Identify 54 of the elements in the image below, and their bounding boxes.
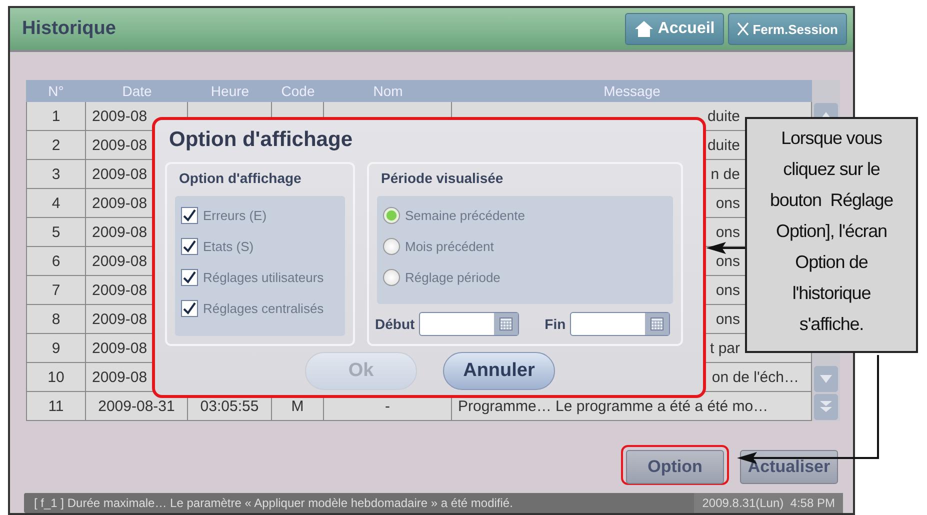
footer-button[interactable]: Option: [626, 450, 724, 484]
window-title: Historique: [22, 18, 116, 40]
table-cell: 4: [26, 189, 86, 218]
calendar-button[interactable]: [494, 313, 518, 335]
calendar-icon: [498, 317, 513, 331]
calendar-button[interactable]: [644, 313, 669, 335]
radio-button[interactable]: [383, 268, 400, 286]
footer-button[interactable]: Actualiser: [740, 450, 838, 484]
column-header: Heure: [188, 80, 272, 102]
checkbox-label: Réglages utilisateurs: [203, 270, 324, 284]
column-header: Date: [86, 80, 188, 102]
status-datetime: 2009.8.31(Lun) 4:58 PM: [694, 493, 843, 513]
checkmark-icon: [183, 302, 196, 314]
pointer-arrow: [706, 242, 745, 254]
home-icon: [634, 20, 654, 38]
calendar-icon: [650, 317, 664, 331]
checkmark-icon: [183, 208, 196, 222]
checkbox-label: Réglages centralisés: [203, 300, 324, 316]
checkbox[interactable]: [181, 238, 198, 254]
checkmark-icon: [183, 270, 196, 284]
radio-button[interactable]: [383, 238, 400, 254]
column-header: Nom: [324, 80, 452, 102]
table-cell: 10: [26, 363, 86, 392]
checkbox[interactable]: [181, 206, 198, 224]
table-cell: 3: [26, 160, 86, 189]
table-cell: 11: [26, 392, 86, 421]
home-button[interactable]: Accueil: [624, 13, 724, 45]
table-cell: 6: [26, 247, 86, 276]
callout-tooltip: Lorsque vous cliquez sur le bouton Réglage Option], l'écran Option de l'historique s'affiche.: [745, 117, 918, 353]
checkbox-label: Etats (S): [203, 238, 254, 254]
dialog-button[interactable]: Annuler: [443, 352, 555, 390]
logout-button[interactable]: Ferm.Session: [728, 13, 847, 45]
radio-button[interactable]: [383, 206, 400, 224]
column-header: N°: [26, 80, 86, 102]
date-field[interactable]: [570, 312, 670, 336]
checkbox[interactable]: [181, 268, 198, 286]
table-cell: 1: [26, 102, 86, 131]
status-message: [ f_1 ] Durée maximale… Le paramètre « Appliquer modèle hebdomadaire » a été modifié.: [33, 496, 513, 510]
checkmark-icon: [183, 240, 196, 252]
double-down-arrow-icon: [818, 400, 834, 414]
table-cell: 5: [26, 218, 86, 247]
checkbox-label: Erreurs (E): [203, 208, 267, 222]
close-icon: [736, 22, 749, 36]
column-header: Message: [452, 80, 812, 102]
table-cell: 8: [26, 305, 86, 334]
checkbox[interactable]: [181, 300, 198, 316]
table-cell: 2: [26, 131, 86, 160]
table-cell: 7: [26, 276, 86, 305]
column-header: Code: [272, 80, 324, 102]
field-label: Fin: [544, 316, 566, 332]
date-field[interactable]: [418, 312, 519, 336]
table-cell: 9: [26, 334, 86, 363]
field-label: Début: [375, 316, 415, 332]
table-cell: 2009-08-31: [86, 392, 188, 421]
